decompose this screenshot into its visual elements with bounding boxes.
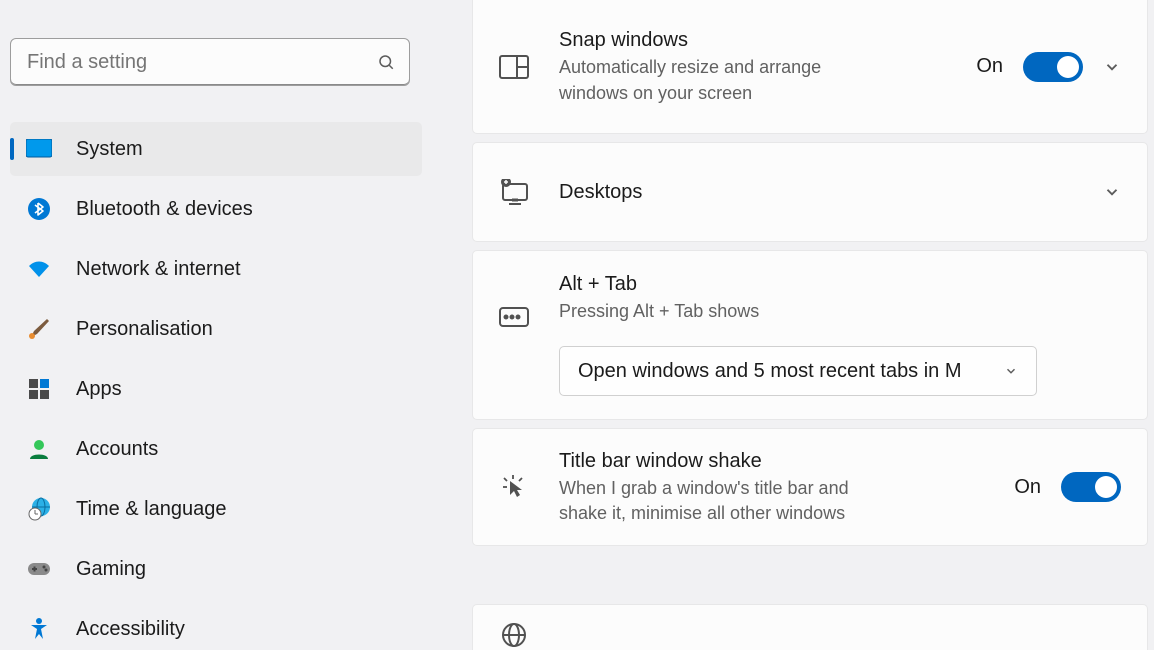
content-area: Snap windows Automatically resize and ar… bbox=[432, 0, 1154, 650]
gamepad-icon bbox=[26, 556, 52, 582]
desktops-icon bbox=[499, 179, 529, 205]
setting-card-title-bar-shake[interactable]: Title bar window shake When I grab a win… bbox=[472, 428, 1148, 546]
setting-card-desktops[interactable]: Desktops bbox=[472, 142, 1148, 242]
dropdown-selected-label: Open windows and 5 most recent tabs in M bbox=[578, 360, 1004, 383]
sidebar-item-label: System bbox=[76, 138, 143, 161]
setting-title: Snap windows bbox=[559, 27, 976, 53]
chevron-down-icon[interactable] bbox=[1103, 183, 1121, 201]
brush-icon bbox=[26, 316, 52, 342]
globe-clock-icon bbox=[26, 496, 52, 522]
alt-tab-dropdown[interactable]: Open windows and 5 most recent tabs in M bbox=[559, 346, 1037, 396]
bluetooth-icon bbox=[26, 196, 52, 222]
globe-icon bbox=[499, 622, 529, 648]
setting-title: Desktops bbox=[559, 179, 1103, 205]
sidebar-item-system[interactable]: System bbox=[10, 122, 422, 176]
system-icon bbox=[26, 136, 52, 162]
sidebar-item-accounts[interactable]: Accounts bbox=[10, 422, 422, 476]
title-bar-shake-toggle[interactable] bbox=[1061, 472, 1121, 502]
toggle-state-label: On bbox=[1014, 476, 1041, 499]
sidebar-item-network[interactable]: Network & internet bbox=[10, 242, 422, 296]
sidebar-item-apps[interactable]: Apps bbox=[10, 362, 422, 416]
sidebar-item-label: Network & internet bbox=[76, 258, 241, 281]
accessibility-icon bbox=[26, 616, 52, 642]
sidebar-item-label: Time & language bbox=[76, 498, 226, 521]
sidebar-item-bluetooth[interactable]: Bluetooth & devices bbox=[10, 182, 422, 236]
setting-description: When I grab a window's title bar and sha… bbox=[559, 476, 879, 526]
wifi-icon bbox=[26, 256, 52, 282]
toggle-state-label: On bbox=[976, 55, 1003, 78]
chevron-down-icon[interactable] bbox=[1103, 58, 1121, 76]
setting-card-alt-tab: Alt + Tab Pressing Alt + Tab shows Open … bbox=[472, 250, 1148, 420]
sidebar-item-label: Gaming bbox=[76, 558, 146, 581]
sidebar-item-label: Bluetooth & devices bbox=[76, 198, 253, 221]
sidebar-item-gaming[interactable]: Gaming bbox=[10, 542, 422, 596]
apps-icon bbox=[26, 376, 52, 402]
alt-tab-icon bbox=[499, 307, 529, 327]
search-input[interactable] bbox=[11, 39, 409, 85]
chevron-down-icon bbox=[1004, 364, 1018, 378]
account-icon bbox=[26, 436, 52, 462]
sidebar-item-personalisation[interactable]: Personalisation bbox=[10, 302, 422, 356]
setting-title: Title bar window shake bbox=[559, 448, 1014, 474]
setting-card-partial[interactable] bbox=[472, 604, 1148, 650]
sidebar-item-accessibility[interactable]: Accessibility bbox=[10, 602, 422, 650]
setting-title: Alt + Tab bbox=[559, 271, 1121, 297]
sidebar-item-label: Accessibility bbox=[76, 618, 185, 641]
sidebar-item-time-language[interactable]: Time & language bbox=[10, 482, 422, 536]
setting-description: Pressing Alt + Tab shows bbox=[559, 299, 1121, 324]
sidebar-item-label: Apps bbox=[76, 378, 122, 401]
sidebar-item-label: Personalisation bbox=[76, 318, 213, 341]
nav-list: System Bluetooth & devices Network & int… bbox=[10, 122, 422, 650]
snap-windows-toggle[interactable] bbox=[1023, 52, 1083, 82]
setting-card-snap-windows[interactable]: Snap windows Automatically resize and ar… bbox=[472, 0, 1148, 134]
sidebar-item-label: Accounts bbox=[76, 438, 158, 461]
sidebar: System Bluetooth & devices Network & int… bbox=[0, 0, 432, 650]
cursor-shake-icon bbox=[499, 473, 529, 501]
snap-layout-icon bbox=[499, 55, 529, 79]
setting-description: Automatically resize and arrange windows… bbox=[559, 55, 879, 105]
search-box[interactable] bbox=[10, 38, 410, 86]
